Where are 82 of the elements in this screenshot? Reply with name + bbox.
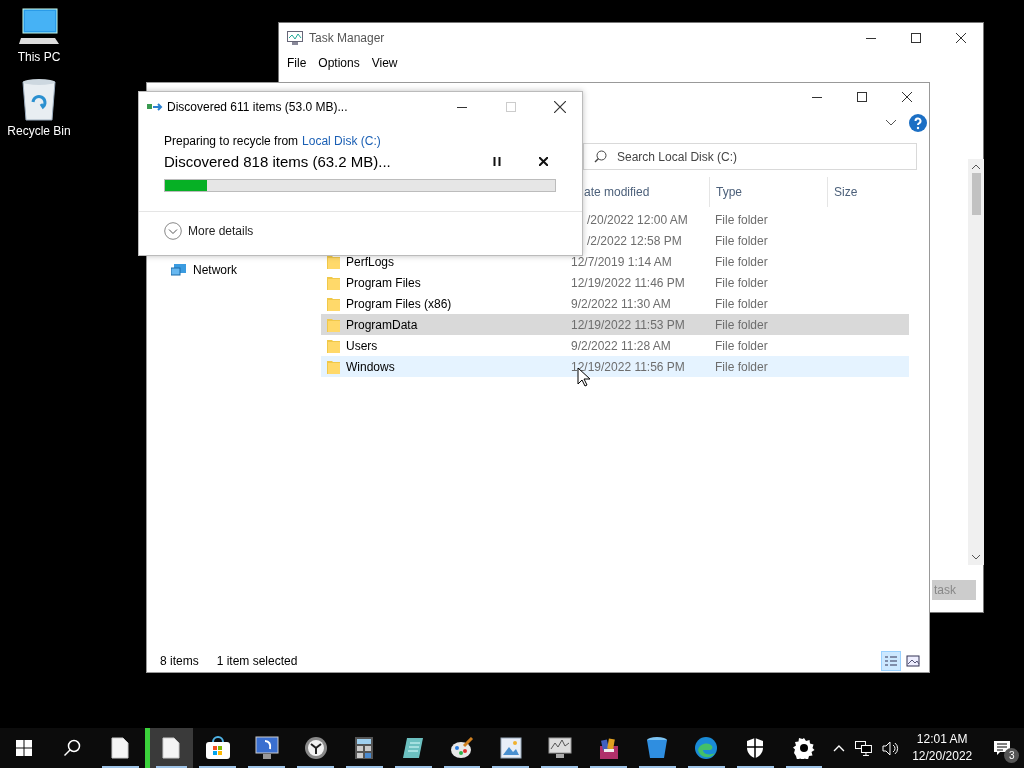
menu-item[interactable]: File: [281, 56, 313, 70]
file-row[interactable]: PerfLogs 12/7/2019 1:14 AM File folder: [321, 251, 909, 272]
file-row[interactable]: Program Files 12/19/2022 11:46 PM File folder: [321, 272, 909, 293]
search-field[interactable]: Search Local Disk (C:): [583, 143, 917, 170]
arrow-up-icon[interactable]: [972, 164, 980, 169]
folder-icon: [327, 359, 340, 374]
arrow-down-icon[interactable]: [972, 555, 980, 560]
network-icon: [171, 263, 187, 277]
source-text: Preparing to recycle from: [164, 134, 299, 148]
help-icon[interactable]: [909, 114, 927, 132]
picture-icon: [906, 654, 920, 667]
date-cell-text: 12/7/2019 1:14 AM: [571, 254, 673, 269]
type-cell-text: File folder: [714, 233, 769, 248]
type-cell-text: File folder: [714, 338, 769, 353]
list-icon: [884, 654, 898, 667]
speaker-icon[interactable]: [882, 740, 900, 756]
scrollbar-thumb[interactable]: [971, 173, 981, 215]
window-title: Task Manager: [309, 31, 385, 45]
folder-icon: [327, 275, 340, 290]
desktop-icon-label[interactable]: This PC: [17, 50, 61, 64]
chevron-circle-icon: [164, 222, 182, 240]
file-name: Windows: [346, 359, 395, 374]
close-icon: [538, 156, 548, 166]
maximize-icon: [910, 33, 921, 43]
date-cell-text: 12/19/2022 11:56 PM: [571, 359, 686, 374]
date-cell-text: /20/2022 12:00 AM: [586, 212, 689, 227]
file-name: PerfLogs: [346, 254, 395, 269]
folder-icon: [327, 296, 340, 311]
date-cell-text: /2/2022 12:58 PM: [586, 233, 683, 248]
file-name: Program Files (x86): [346, 296, 452, 311]
search-icon: [594, 150, 607, 163]
document-icon[interactable]: [144, 728, 194, 768]
selection-count: 1 item selected: [216, 653, 298, 668]
date-cell-text: 12/19/2022 11:46 PM: [571, 275, 686, 290]
chevron-down-icon[interactable]: [885, 119, 897, 127]
chart-monitor-icon: [287, 31, 303, 45]
maximize-icon: [856, 92, 867, 102]
type-cell-text: File folder: [714, 275, 769, 290]
file-name: Program Files: [346, 275, 421, 290]
column-header[interactable]: Type: [709, 177, 827, 207]
type-cell-text: File folder: [714, 212, 769, 227]
date-cell-text: 9/2/2022 11:28 AM: [571, 338, 672, 353]
desktop-icon-label[interactable]: Recycle Bin: [7, 124, 71, 138]
type-cell-text: File folder: [714, 296, 769, 311]
close-icon: [553, 101, 566, 113]
file-name: Users: [346, 338, 378, 353]
progress-status: Discovered 818 items (63.2 MB)...: [164, 152, 391, 170]
notification-badge: 3: [1004, 748, 1020, 763]
maximize-icon: [505, 102, 516, 112]
folder-icon: [327, 338, 340, 353]
file-row[interactable]: Users 9/2/2022 11:28 AM File folder: [321, 335, 909, 356]
menu-item[interactable]: View: [365, 56, 404, 70]
item-count: 8 items: [160, 653, 199, 668]
windows-logo-icon: [15, 740, 32, 756]
close-icon: [955, 33, 966, 43]
file-row[interactable]: Program Files (x86) 9/2/2022 11:30 AM File folder: [321, 293, 909, 314]
network-icon[interactable]: [855, 740, 873, 756]
recycle-bin-icon[interactable]: [19, 78, 59, 122]
notifications-button[interactable]: 3: [980, 728, 1024, 768]
column-header[interactable]: Size: [827, 177, 904, 207]
source-link[interactable]: Local Disk (C:): [302, 134, 381, 148]
scrollbar[interactable]: [968, 159, 984, 565]
dialog-title: Discovered 611 items (53.0 MB)...: [167, 100, 348, 114]
date-cell-text: 12/19/2022 11:53 PM: [571, 317, 686, 332]
date-cell-text: 9/2/2022 11:30 AM: [571, 296, 672, 311]
nav-item[interactable]: Network: [171, 259, 321, 281]
file-row[interactable]: ProgramData 12/19/2022 11:53 PM File folder: [321, 314, 909, 335]
type-cell-text: File folder: [714, 359, 769, 374]
recycle-arrow-icon: [147, 101, 163, 113]
more-details-button[interactable]: More details: [164, 222, 254, 240]
file-name: ProgramData: [346, 317, 418, 332]
menu-item[interactable]: Options: [312, 56, 366, 70]
type-cell-text: File folder: [714, 317, 769, 332]
type-cell-text: File folder: [714, 254, 769, 269]
pause-icon: [493, 156, 501, 166]
chevron-up-icon[interactable]: [833, 744, 846, 752]
file-row[interactable]: Windows 12/19/2022 11:56 PM File folder: [321, 356, 909, 377]
close-icon: [901, 92, 912, 102]
clock[interactable]: 12:01 AM 12/20/2022: [904, 731, 981, 765]
search-icon: [62, 739, 81, 757]
details-view-button[interactable]: [881, 650, 901, 671]
folder-icon: [327, 317, 340, 332]
